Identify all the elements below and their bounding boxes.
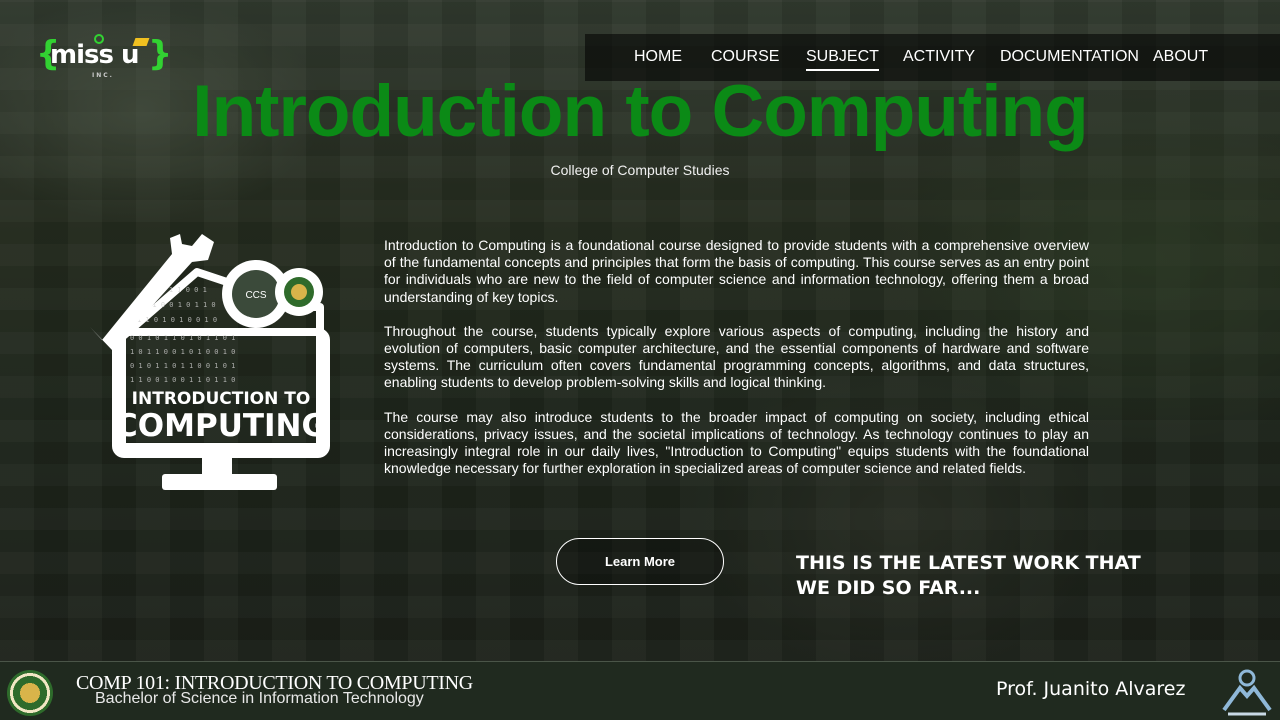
course-illustration: 1 0 1 1 0 0 1 0 1 0 0 1 0 1 1 0 1 1 0 1 … xyxy=(90,234,330,490)
monitor-base xyxy=(162,474,277,490)
latest-work-heading: THIS IS THE LATEST WORK THAT WE DID SO F… xyxy=(796,552,1141,599)
logo-cap-icon xyxy=(132,38,150,46)
illustration-line1: INTRODUCTION TO xyxy=(132,389,311,409)
svg-text:0 0 1 0 1 1 0 1 0 1 1 0 1: 0 0 1 0 1 1 0 1 0 1 1 0 1 xyxy=(130,334,235,342)
nav-activity[interactable]: ACTIVITY xyxy=(903,48,975,66)
description-paragraph-3: The course may also introduce students t… xyxy=(384,408,1089,477)
nav-documentation[interactable]: DOCUMENTATION xyxy=(1000,48,1139,66)
logo-gear-icon xyxy=(94,34,104,44)
ccs-logo-icon xyxy=(1222,669,1272,716)
nav-home[interactable]: HOME xyxy=(634,48,682,66)
page-title: Introduction to Computing xyxy=(192,71,1088,152)
logo-word: miss u xyxy=(50,40,140,70)
svg-text:0 1 0 1 1 0 1 1 0 0 1 0 1: 0 1 0 1 1 0 1 1 0 0 1 0 1 xyxy=(130,362,235,370)
university-seal-icon xyxy=(7,670,53,716)
learn-more-button[interactable]: Learn More xyxy=(556,538,724,585)
description-paragraph-1: Introduction to Computing is a foundatio… xyxy=(384,237,1089,305)
course-description: Introduction to Computing is a foundatio… xyxy=(384,237,1089,494)
illustration-line2: COMPUTING xyxy=(115,408,327,444)
page-footer: COMP 101: INTRODUCTION TO COMPUTING Bach… xyxy=(0,661,1280,720)
monitor-stand xyxy=(202,452,232,476)
footer-professor: Prof. Juanito Alvarez xyxy=(996,678,1186,700)
svg-text:1 1 0 0 1 0 0 1 1 0 1 1 0: 1 1 0 0 1 0 0 1 1 0 1 1 0 xyxy=(130,376,235,384)
svg-text:1 1 0 1 0 1 0 0 1 0: 1 1 0 1 0 1 0 0 1 0 xyxy=(137,316,217,324)
nav-course[interactable]: COURSE xyxy=(711,48,779,66)
nav-subject[interactable]: SUBJECT xyxy=(806,48,879,71)
nav-about[interactable]: ABOUT xyxy=(1153,48,1208,66)
svg-text:CCS: CCS xyxy=(245,290,266,301)
logo-brace-right: } xyxy=(148,34,173,74)
gear-seal-icon xyxy=(275,268,323,316)
footer-program: Bachelor of Science in Information Techn… xyxy=(95,690,424,707)
page-subtitle: College of Computer Studies xyxy=(550,162,730,178)
svg-text:1 0 1 1 0 0 1 0 1 0 0 1 0: 1 0 1 1 0 0 1 0 1 0 0 1 0 xyxy=(130,348,235,356)
description-paragraph-2: Throughout the course, students typicall… xyxy=(384,322,1089,391)
